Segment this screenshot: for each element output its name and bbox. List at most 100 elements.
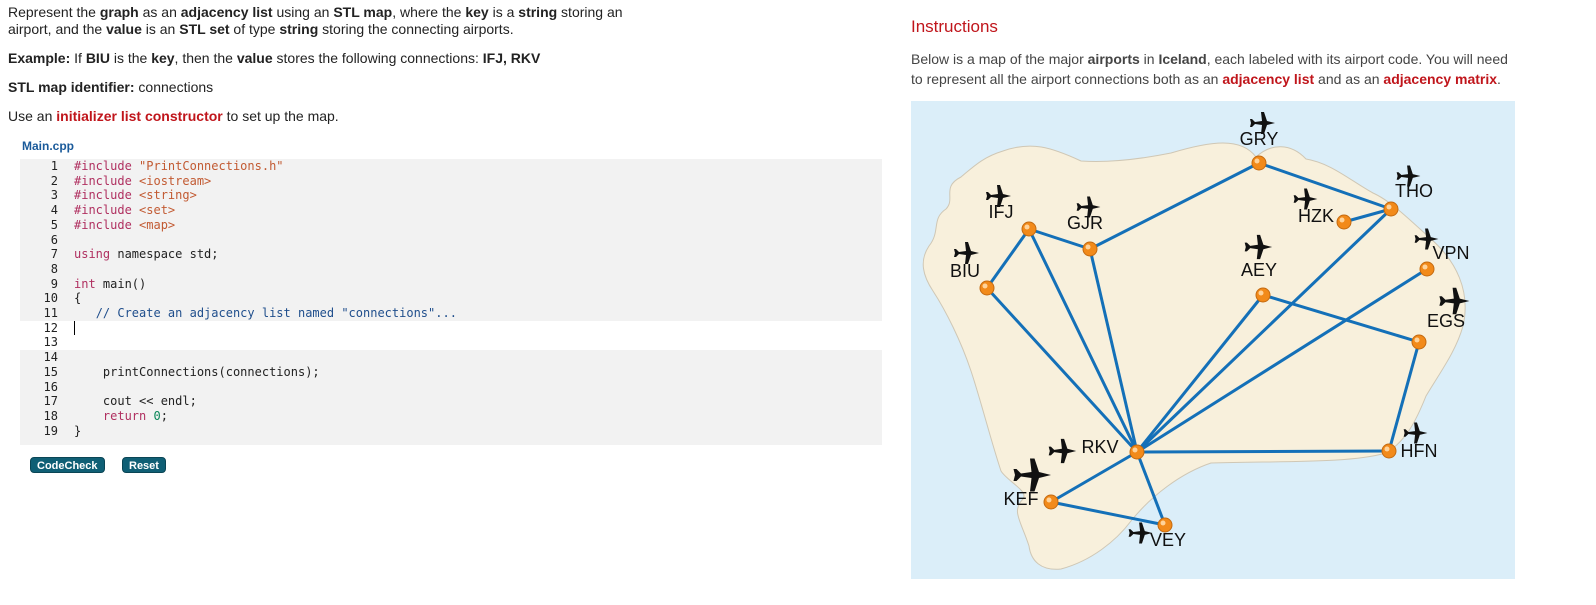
code-text: cout << endl; <box>74 394 197 409</box>
airport-node-tho <box>1383 201 1399 217</box>
code-token: <string> <box>139 188 197 203</box>
instructions-bold: airports <box>1087 51 1140 67</box>
code-line: 8 <box>20 262 882 277</box>
line-number: 18 <box>43 408 58 423</box>
instructions-fragment: in <box>1139 51 1159 67</box>
airport-node-highlight <box>1024 224 1030 230</box>
code-line: 3 #include <string> <box>20 188 882 203</box>
airport-label-ifj: IFJ <box>989 202 1014 222</box>
code-token: namespace std; <box>117 247 219 262</box>
iceland-airport-map: GRY THO HZK IFJ GJR AEY VPN BIU EGS RKV HFN KEF VEY <box>911 101 1515 579</box>
airport-node-biu <box>979 280 995 296</box>
airport-label-hzk: HZK <box>1298 206 1334 226</box>
file-name-label: Main.cpp <box>22 139 75 153</box>
code-line: 10 { <box>20 291 882 306</box>
code-line: 14 <box>20 350 882 365</box>
identifier-value: connections <box>134 79 214 95</box>
airport-node-highlight <box>1085 244 1091 250</box>
problem-bold-term: value <box>106 21 142 37</box>
problem-bold-term: key <box>465 4 489 20</box>
constructor-paragraph: Use an initializer list constructor to s… <box>8 108 888 125</box>
line-number: 8 <box>50 261 58 276</box>
code-line: 11 // Create an adjacency list named "co… <box>20 306 882 321</box>
line-number: 10 <box>43 291 58 306</box>
editable-code-line[interactable]: 13 <box>20 335 882 351</box>
code-token: using <box>74 247 118 262</box>
airport-node-gjr <box>1082 241 1098 257</box>
code-text: #include <iostream> <box>74 174 211 189</box>
code-text: using namespace std; <box>74 247 219 262</box>
code-line: 15 printConnections(connections); <box>20 365 882 380</box>
code-text: #include <map> <box>74 218 175 233</box>
airport-node-highlight <box>982 283 988 289</box>
airport-node-highlight <box>1339 217 1345 223</box>
line-number: 3 <box>50 188 58 203</box>
instructions-bold: Iceland <box>1158 51 1207 67</box>
problem-text: as an <box>138 4 181 20</box>
instructions-title: Instructions <box>911 17 998 36</box>
editable-code-line[interactable]: 12 <box>20 320 882 336</box>
example-connections: IFJ, RKV <box>482 50 541 66</box>
airport-node-highlight <box>1254 158 1260 164</box>
problem-bold-term: adjacency list <box>180 4 273 20</box>
line-number: 12 <box>43 320 58 335</box>
airport-label-egs: EGS <box>1427 311 1465 331</box>
code-token: main() <box>102 276 147 291</box>
airport-node-highlight <box>1132 447 1138 453</box>
code-line: 6 <box>20 233 882 248</box>
airplane-icon <box>1128 522 1153 544</box>
problem-text: is an <box>141 21 180 37</box>
code-text <box>74 321 75 336</box>
text-cursor <box>74 321 75 336</box>
code-text: { <box>74 291 81 306</box>
constructor-highlight: initializer list constructor <box>56 108 223 124</box>
instructions-fragment: Below is a map of the major <box>911 51 1088 67</box>
problem-paragraph: Represent the graph as an adjacency list… <box>8 4 648 38</box>
line-number: 19 <box>43 423 58 438</box>
airport-node-highlight <box>1258 290 1264 296</box>
airport-node-aey <box>1255 287 1271 303</box>
code-token: #include <box>74 203 140 218</box>
line-number: 1 <box>50 159 58 173</box>
airport-label-gry: GRY <box>1240 129 1279 149</box>
line-number: 9 <box>50 276 58 291</box>
code-editor[interactable]: 1 #include "PrintConnections.h" 2 #include … <box>20 159 882 445</box>
airport-node-vpn <box>1419 261 1435 277</box>
constructor-text: to set up the map. <box>222 108 339 124</box>
line-number: 4 <box>50 203 58 218</box>
airport-label-vpn: VPN <box>1432 243 1469 263</box>
instructions-highlight: adjacency matrix <box>1383 71 1498 87</box>
instructions-fragment: and as an <box>1314 71 1384 87</box>
line-number: 11 <box>43 306 58 320</box>
airport-node-ifj <box>1021 221 1037 237</box>
instructions-fragment: . <box>1497 71 1501 87</box>
codecheck-button[interactable]: CodeCheck <box>30 457 105 473</box>
code-token: #include <box>74 159 140 173</box>
airport-label-hfn: HFN <box>1401 441 1438 461</box>
code-text: // Create an adjacency list named "conne… <box>74 306 457 321</box>
code-token: #include <box>74 188 140 203</box>
code-line: 9 int main() <box>20 277 882 292</box>
example-label: Example: <box>8 50 71 66</box>
identifier-paragraph: STL map identifier: connections <box>8 79 888 96</box>
airport-label-vey: VEY <box>1150 530 1186 550</box>
code-token: #include <box>74 173 140 188</box>
code-text: #include "PrintConnections.h" <box>74 159 284 174</box>
line-number: 15 <box>43 364 58 379</box>
problem-text: of type <box>229 21 280 37</box>
example-text: , then the <box>174 50 237 66</box>
code-token: } <box>74 423 82 438</box>
code-line: 19} <box>20 424 882 439</box>
airport-node-gry <box>1251 155 1267 171</box>
code-line: 7 using namespace std; <box>20 247 882 262</box>
problem-text: using an <box>272 4 334 20</box>
airport-label-tho: THO <box>1395 181 1433 201</box>
code-token: ; <box>160 408 168 423</box>
code-token: printConnections(connections); <box>74 364 320 379</box>
reset-button[interactable]: Reset <box>122 457 166 473</box>
airport-label-biu: BIU <box>950 261 980 281</box>
problem-statement: Represent the graph as an adjacency list… <box>8 4 888 137</box>
example-paragraph: Example: If BIU is the key, then the val… <box>8 50 888 67</box>
line-number: 17 <box>43 394 58 409</box>
